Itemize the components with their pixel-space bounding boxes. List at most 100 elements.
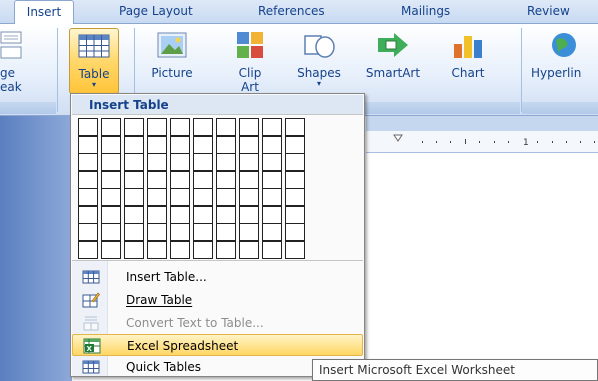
grid-cell[interactable] [170,153,190,171]
grid-cell[interactable] [193,170,213,189]
grid-cell[interactable] [124,153,144,171]
page-break-button[interactable]: ge eak [0,28,36,94]
grid-cell[interactable] [193,135,213,154]
grid-cell[interactable] [285,118,305,136]
grid-cell[interactable] [78,118,98,136]
menu-item-insert-table[interactable]: Insert Table... [72,266,363,288]
grid-cell[interactable] [193,240,213,259]
grid-cell[interactable] [193,188,213,206]
grid-cell[interactable] [239,170,259,189]
grid-cell[interactable] [124,240,144,259]
menu-item-excel-spreadsheet[interactable]: X Excel Spreadsheet [72,334,363,356]
grid-cell[interactable] [101,205,121,224]
picture-label: Picture [151,66,193,80]
grid-cell[interactable] [124,118,144,136]
grid-cell[interactable] [101,170,121,189]
grid-cell[interactable] [170,240,190,259]
grid-cell[interactable] [170,135,190,154]
chart-button[interactable]: Chart [444,28,492,94]
grid-cell[interactable] [239,188,259,206]
grid-cell[interactable] [285,240,305,259]
grid-cell[interactable] [170,170,190,189]
grid-cell[interactable] [239,118,259,136]
grid-cell[interactable] [101,153,121,171]
table-button[interactable]: Table ▾ [69,28,119,94]
clip-art-button[interactable]: Clip Art [229,28,271,94]
grid-cell[interactable] [239,153,259,171]
document-page[interactable] [366,153,598,381]
tab-insert[interactable]: Insert [14,0,74,25]
grid-cell[interactable] [124,188,144,206]
grid-cell[interactable] [262,135,282,154]
grid-cell[interactable] [101,135,121,154]
grid-cell[interactable] [170,188,190,206]
grid-cell[interactable] [147,223,167,241]
grid-cell[interactable] [124,223,144,241]
grid-cell[interactable] [78,240,98,259]
grid-cell[interactable] [262,205,282,224]
grid-cell[interactable] [262,223,282,241]
tab-page-layout[interactable]: Page Layout [119,4,193,18]
grid-cell[interactable] [262,170,282,189]
grid-cell[interactable] [147,170,167,189]
grid-cell[interactable] [78,170,98,189]
grid-cell[interactable] [170,118,190,136]
grid-cell[interactable] [170,205,190,224]
grid-cell[interactable] [216,153,236,171]
grid-cell[interactable] [147,118,167,136]
grid-cell[interactable] [78,153,98,171]
grid-cell[interactable] [285,205,305,224]
grid-cell[interactable] [124,170,144,189]
grid-cell[interactable] [216,205,236,224]
grid-cell[interactable] [216,135,236,154]
grid-cell[interactable] [147,188,167,206]
grid-cell[interactable] [239,240,259,259]
grid-cell[interactable] [147,240,167,259]
grid-cell[interactable] [193,118,213,136]
grid-cell[interactable] [101,118,121,136]
grid-cell[interactable] [193,205,213,224]
grid-cell[interactable] [147,205,167,224]
grid-cell[interactable] [262,240,282,259]
grid-cell[interactable] [193,223,213,241]
grid-cell[interactable] [285,170,305,189]
grid-cell[interactable] [78,223,98,241]
smartart-button[interactable]: SmartArt [362,28,424,94]
grid-cell[interactable] [193,153,213,171]
grid-cell[interactable] [78,205,98,224]
grid-cell[interactable] [124,205,144,224]
tab-mailings[interactable]: Mailings [401,4,450,18]
grid-cell[interactable] [78,135,98,154]
grid-cell[interactable] [262,153,282,171]
grid-cell[interactable] [285,188,305,206]
shapes-button[interactable]: Shapes ▾ [291,28,347,94]
grid-cell[interactable] [262,118,282,136]
tab-references[interactable]: References [258,4,325,18]
grid-cell[interactable] [216,118,236,136]
grid-cell[interactable] [216,188,236,206]
grid-cell[interactable] [216,170,236,189]
grid-cell[interactable] [124,135,144,154]
grid-cell[interactable] [147,153,167,171]
grid-cell[interactable] [285,223,305,241]
grid-cell[interactable] [285,153,305,171]
grid-cell[interactable] [216,240,236,259]
grid-cell[interactable] [239,205,259,224]
grid-cell[interactable] [239,223,259,241]
grid-cell[interactable] [147,135,167,154]
tab-review[interactable]: Review [527,4,570,18]
grid-cell[interactable] [170,223,190,241]
grid-cell[interactable] [285,135,305,154]
grid-cell[interactable] [101,240,121,259]
horizontal-ruler[interactable]: 1 [366,131,598,153]
menu-item-convert-text-to-table[interactable]: Convert Text to Table... [72,312,363,334]
grid-cell[interactable] [101,188,121,206]
picture-button[interactable]: Picture [145,28,199,94]
grid-cell[interactable] [78,188,98,206]
grid-cell[interactable] [101,223,121,241]
grid-cell[interactable] [239,135,259,154]
grid-cell[interactable] [216,223,236,241]
menu-item-draw-table[interactable]: Draw Table [72,289,363,311]
grid-cell[interactable] [262,188,282,206]
hyperlink-button[interactable]: Hyperlin [528,28,598,94]
